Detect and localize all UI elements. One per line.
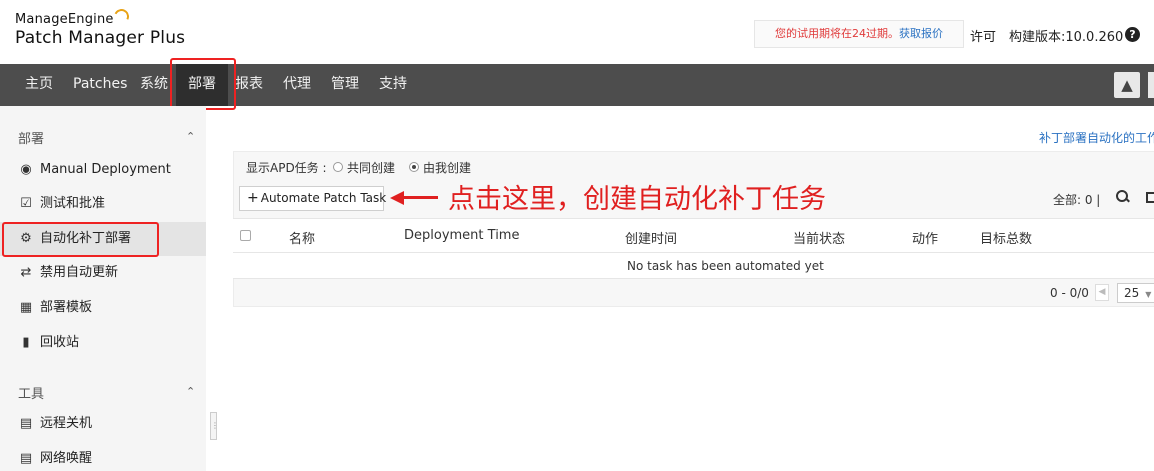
automation-help-link[interactable]: 补丁部署自动化的工作 — [1039, 129, 1154, 146]
sidebar-item-wake-on-lan[interactable]: ▤ 网络唤醒 — [0, 442, 206, 471]
sidebar-item-recycle-bin[interactable]: ▮ 回收站 — [0, 326, 206, 360]
trial-text: 您的试用期将在24过期。 — [775, 27, 899, 40]
chevron-down-icon: ▼ — [1145, 290, 1152, 299]
page-size-select[interactable]: 25 ▼ — [1117, 283, 1154, 303]
radio-co-created-label[interactable]: 共同创建 — [347, 159, 395, 176]
logo-brand: ManageEngine — [15, 12, 114, 27]
disable-update-icon: ⇄ — [20, 265, 32, 280]
plus-icon: + — [247, 190, 259, 206]
nav-home[interactable]: 主页 — [25, 64, 53, 106]
nav-systems[interactable]: 系统 — [140, 64, 168, 106]
nav-admin[interactable]: 管理 — [331, 64, 359, 106]
total-count: 全部: 0 | — [1053, 193, 1101, 207]
radio-created-by-me-label[interactable]: 由我创建 — [423, 159, 471, 176]
chevron-up-icon[interactable]: ⌃ — [186, 130, 195, 143]
column-action: 动作 — [912, 232, 939, 247]
trial-notice: 您的试用期将在24过期。获取报价 — [754, 20, 964, 48]
chevron-up-icon[interactable]: ⌃ — [186, 385, 195, 398]
sidebar-item-highlight — [2, 222, 159, 257]
annotation-arrow — [390, 191, 438, 205]
pagination-prev-icon[interactable]: ◀ — [1095, 284, 1109, 301]
radio-created-by-me[interactable] — [409, 162, 419, 172]
empty-message: No task has been automated yet — [627, 259, 824, 273]
nav-agent[interactable]: 代理 — [283, 64, 311, 106]
header: ManageEngine Patch Manager Plus 您的试用期将在2… — [0, 0, 1154, 64]
logo-product: Patch Manager Plus — [15, 28, 186, 48]
template-icon: ▦ — [19, 300, 33, 315]
license-link[interactable]: 许可 — [970, 26, 996, 45]
select-all-checkbox[interactable] — [240, 230, 251, 241]
column-chooser-icon[interactable] — [1146, 192, 1154, 203]
nav-deployment-highlight — [170, 58, 236, 110]
logo[interactable]: ManageEngine Patch Manager Plus — [15, 12, 185, 48]
annotation-text: 点击这里，创建自动化补丁任务 — [448, 184, 826, 215]
rocket-icon[interactable]: ▲ — [1114, 72, 1140, 98]
logo-swoosh-icon — [114, 13, 126, 23]
monitor-power-icon: ▤ — [19, 416, 33, 431]
sidebar-item-remote-shutdown[interactable]: ▤ 远程关机 — [0, 407, 206, 441]
eye-icon: ◉ — [20, 162, 32, 177]
nav-support[interactable]: 支持 — [379, 64, 407, 106]
trash-icon: ▮ — [22, 335, 30, 350]
sidebar-item-test-approve[interactable]: ☑ 测试和批准 — [0, 187, 206, 221]
column-name[interactable]: 名称 — [289, 228, 315, 247]
sidebar-section-deployment: 部署 — [18, 132, 45, 147]
apd-filter-label: 显示APD任务 : — [246, 161, 327, 175]
pagination-range: 0 - 0/0 — [1050, 286, 1089, 300]
nav-edge-button[interactable] — [1148, 72, 1154, 98]
sidebar-item-templates[interactable]: ▦ 部署模板 — [0, 291, 206, 325]
column-created-time[interactable]: 创建时间 — [625, 228, 677, 247]
sidebar-item-manual-deployment[interactable]: ◉ Manual Deployment — [0, 153, 206, 187]
sidebar-splitter-handle[interactable]: ⋮ — [210, 412, 219, 440]
nav-patches[interactable]: Patches — [73, 64, 127, 106]
column-deployment-time[interactable]: Deployment Time — [404, 228, 519, 243]
nav-reports[interactable]: 报表 — [235, 64, 263, 106]
sidebar-item-disable-updates[interactable]: ⇄ 禁用自动更新 — [0, 256, 206, 290]
monitor-wake-icon: ▤ — [19, 451, 33, 466]
sidebar-section-tools: 工具 — [18, 387, 45, 402]
help-icon[interactable]: ? — [1125, 27, 1140, 42]
column-status[interactable]: 当前状态 — [793, 228, 845, 247]
get-quote-link[interactable]: 获取报价 — [899, 27, 943, 40]
column-target-total[interactable]: 目标总数 — [980, 228, 1032, 247]
radio-co-created[interactable] — [333, 162, 343, 172]
search-icon[interactable] — [1116, 190, 1130, 204]
build-version: 构建版本:10.0.260 — [1009, 30, 1124, 45]
automate-patch-task-button[interactable]: + Automate Patch Task — [239, 186, 386, 211]
checkbox-icon: ☑ — [20, 196, 32, 211]
